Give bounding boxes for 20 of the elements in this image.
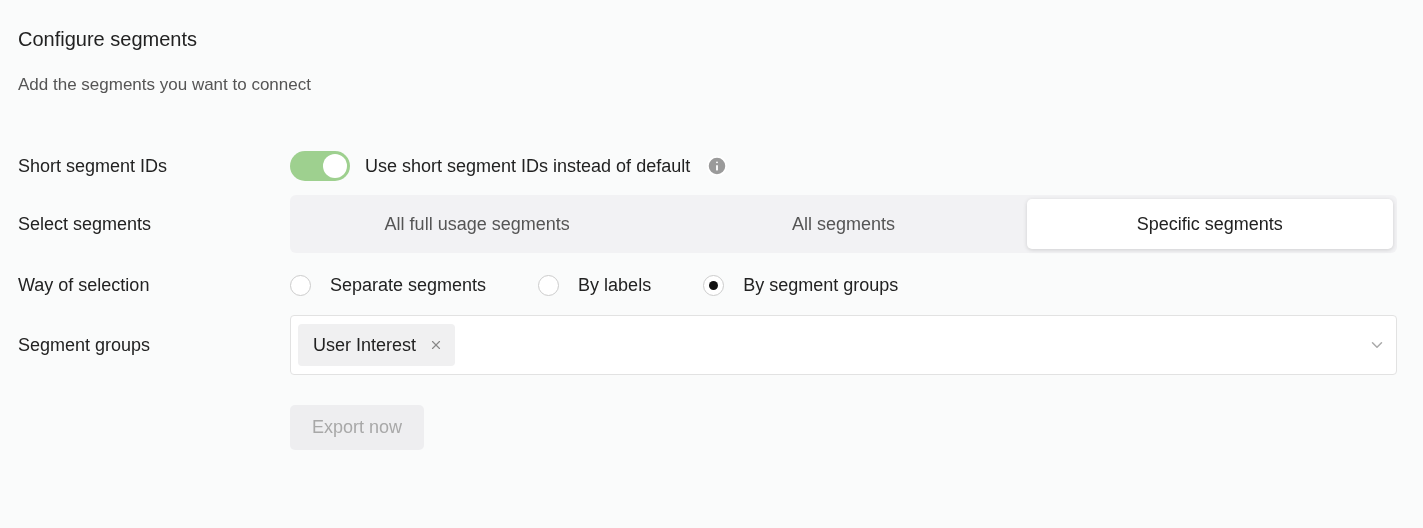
radio-button[interactable] xyxy=(290,274,311,296)
toggle-label: Use short segment IDs instead of default xyxy=(365,154,691,178)
field-label: Short segment IDs xyxy=(18,154,169,178)
radio-button[interactable] xyxy=(703,274,725,296)
segment-tab[interactable]: Specific segments xyxy=(1026,199,1393,249)
toggle-switch[interactable] xyxy=(290,151,350,181)
section-subtitle: Add the segments you want to connect xyxy=(18,74,312,96)
info-icon[interactable] xyxy=(706,155,729,177)
segment-tab[interactable]: All full usage segments xyxy=(294,199,661,249)
radio-option[interactable]: By labels xyxy=(538,271,652,299)
radio-option[interactable]: Separate segments xyxy=(290,271,487,299)
radio-button[interactable] xyxy=(538,274,560,296)
radio-option[interactable]: By segment groups xyxy=(703,271,899,299)
field-label: Select segments xyxy=(18,212,153,236)
tag-label: User Interest xyxy=(313,333,417,357)
segment-tab[interactable]: All segments xyxy=(660,199,1027,249)
segment-groups-select[interactable]: User Interest xyxy=(290,315,1397,375)
section-title: Configure segments xyxy=(18,27,198,52)
field-label: Way of selection xyxy=(18,273,151,297)
field-label: Segment groups xyxy=(18,333,152,357)
